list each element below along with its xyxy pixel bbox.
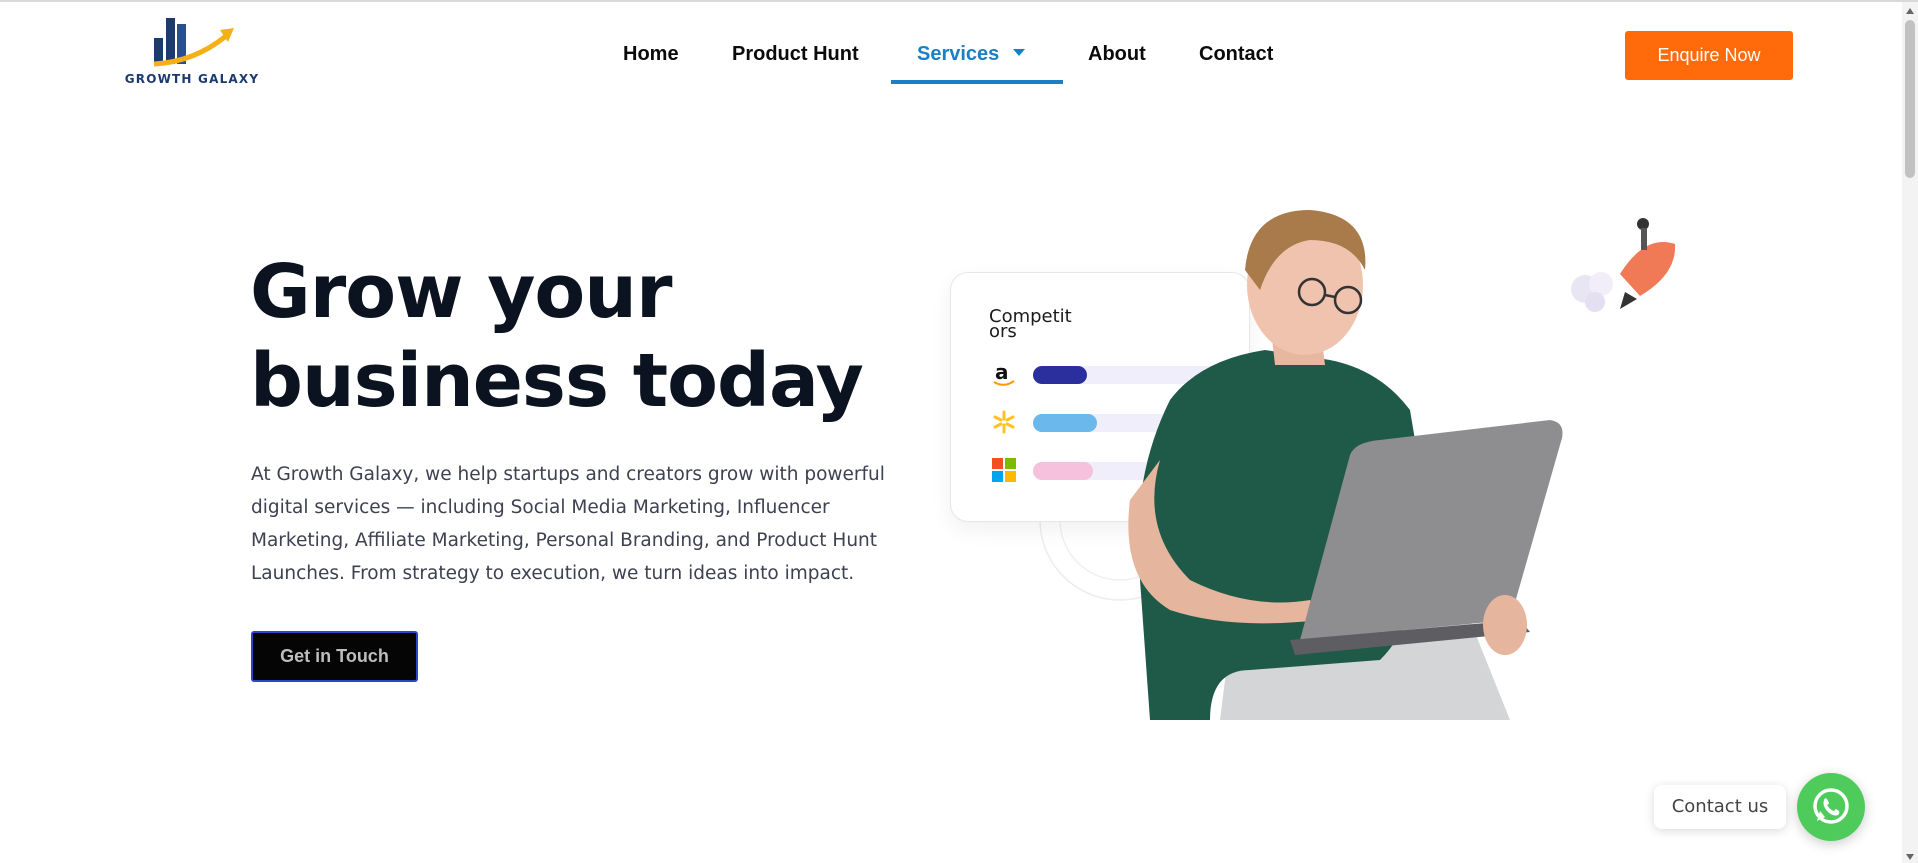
- next-section-heading-partial: [600, 846, 1300, 863]
- enquire-now-button[interactable]: Enquire Now: [1625, 31, 1793, 80]
- hero-title-line-1: Grow your: [250, 249, 672, 335]
- rocket-icon: [1571, 218, 1676, 312]
- microsoft-icon: [992, 458, 1016, 482]
- chevron-down-icon: [1013, 49, 1026, 57]
- scroll-thumb[interactable]: [1905, 20, 1915, 178]
- svg-text:a: a: [995, 361, 1009, 384]
- scroll-down-arrow-icon[interactable]: [1906, 854, 1914, 860]
- nav-home[interactable]: Home: [623, 43, 679, 66]
- whatsapp-icon: [1813, 788, 1849, 824]
- get-in-touch-button[interactable]: Get in Touch: [251, 631, 418, 682]
- whatsapp-button[interactable]: [1797, 773, 1865, 841]
- hero-title: Grow your business today: [250, 248, 890, 426]
- growth-galaxy-logo[interactable]: GROWTH GALAXY: [124, 14, 260, 86]
- nav-about[interactable]: About: [1088, 43, 1146, 66]
- contact-us-label[interactable]: Contact us: [1654, 785, 1786, 829]
- hero-illustration: Competit ors a: [940, 200, 1680, 720]
- nav-services[interactable]: Services: [917, 43, 1026, 66]
- nav-product-hunt[interactable]: Product Hunt: [732, 43, 859, 66]
- logo-text: GROWTH GALAXY: [124, 72, 260, 86]
- amazon-icon: a: [993, 361, 1015, 386]
- top-border: [0, 0, 1918, 2]
- person-with-laptop-image: [1128, 210, 1563, 720]
- scroll-up-arrow-icon[interactable]: [1906, 8, 1914, 14]
- logo-icon: [153, 18, 234, 67]
- active-nav-indicator: [891, 80, 1063, 84]
- walmart-icon: [993, 410, 1015, 434]
- hero-title-line-2: business today: [250, 338, 864, 424]
- nav-services-label: Services: [917, 43, 1000, 65]
- page-scrollbar[interactable]: [1902, 2, 1918, 863]
- nav-contact[interactable]: Contact: [1199, 43, 1273, 66]
- hero-description: At Growth Galaxy, we help startups and c…: [251, 464, 885, 584]
